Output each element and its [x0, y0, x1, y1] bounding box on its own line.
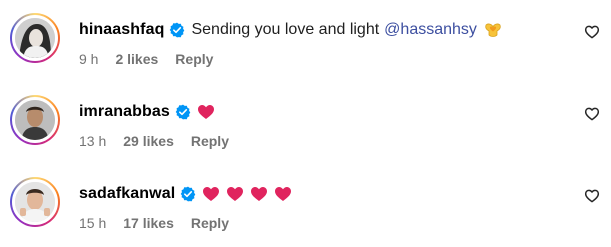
comment-item: imranabbas 13 h 29 likes Reply [0, 82, 611, 164]
heart-hands-icon [484, 22, 502, 38]
comment-list: hinaashfaq Sending you love and light @h… [0, 0, 611, 247]
red-heart-icon [250, 186, 268, 202]
username[interactable]: hinaashfaq [79, 20, 164, 40]
avatar[interactable] [10, 95, 60, 145]
mention-link[interactable]: @hassanhsy [384, 20, 477, 40]
verified-badge-icon [175, 104, 191, 120]
reply-button[interactable]: Reply [191, 214, 229, 232]
like-heart-icon[interactable] [584, 188, 600, 204]
avatar[interactable] [10, 13, 60, 63]
avatar-image [15, 100, 55, 140]
avatar[interactable] [10, 177, 60, 227]
comment-time: 9 h [79, 51, 99, 67]
red-heart-icon [226, 186, 244, 202]
like-heart-icon[interactable] [584, 106, 600, 122]
like-heart-icon[interactable] [584, 24, 600, 40]
username[interactable]: sadafkanwal [79, 184, 175, 204]
username[interactable]: imranabbas [79, 102, 170, 122]
verified-badge-icon [169, 22, 185, 38]
comment-item: sadafkanwal 15 h 17 likes Reply [0, 164, 611, 246]
verified-badge-icon [180, 186, 196, 202]
likes-count[interactable]: 29 likes [123, 132, 174, 150]
comment-item: hinaashfaq Sending you love and light @h… [0, 0, 611, 82]
comment-text: Sending you love and light [191, 21, 380, 38]
comment-time: 15 h [79, 215, 107, 231]
avatar-image [15, 18, 55, 58]
avatar-image [15, 182, 55, 222]
red-heart-icon [202, 186, 220, 202]
comment-time: 13 h [79, 133, 107, 149]
red-heart-icon [197, 104, 215, 120]
likes-count[interactable]: 2 likes [115, 50, 158, 68]
likes-count[interactable]: 17 likes [123, 214, 174, 232]
red-heart-icon [274, 186, 292, 202]
reply-button[interactable]: Reply [191, 132, 229, 150]
reply-button[interactable]: Reply [175, 50, 213, 68]
